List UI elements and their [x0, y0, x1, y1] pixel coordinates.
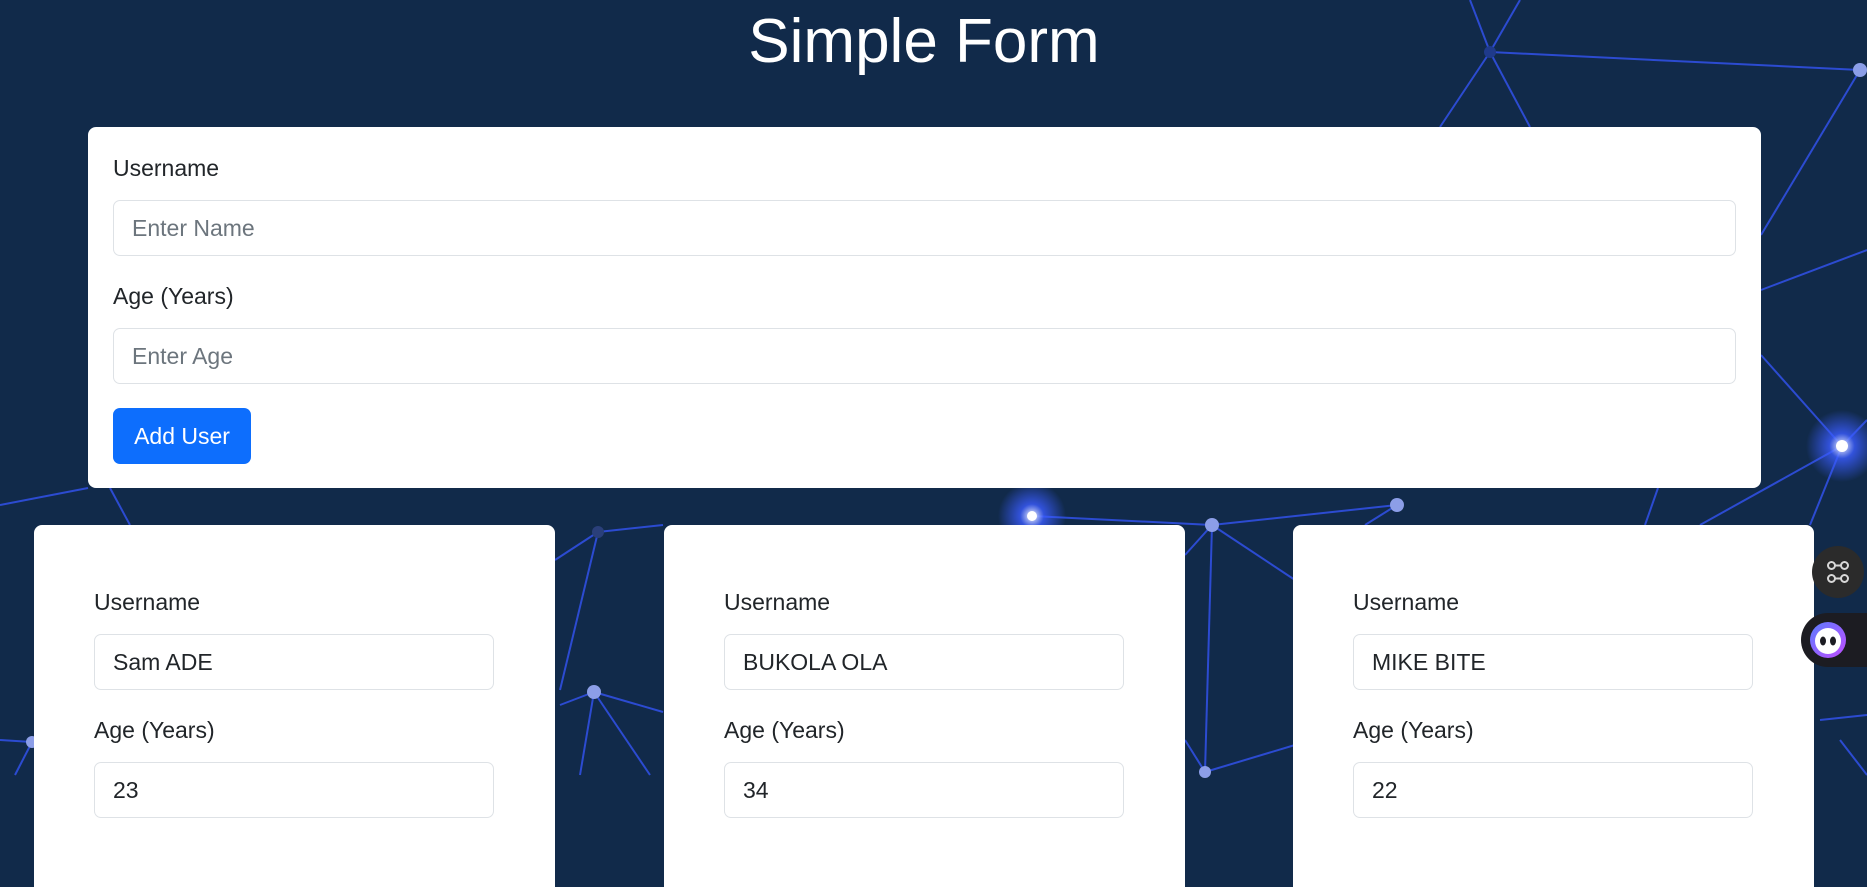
assistant-widget-button[interactable]: [1801, 613, 1867, 667]
username-label: Username: [113, 155, 220, 181]
username-field[interactable]: [94, 634, 494, 690]
age-field[interactable]: [724, 762, 1124, 818]
user-card: Username Age (Years): [34, 525, 555, 887]
age-input[interactable]: [113, 328, 1736, 384]
age-label: Age (Years): [724, 717, 845, 743]
username-label: Username: [1353, 589, 1460, 615]
age-field[interactable]: [1353, 762, 1753, 818]
command-widget-button[interactable]: [1812, 546, 1864, 598]
add-user-form: Username Age (Years) Add User: [88, 127, 1761, 488]
page-title: Simple Form: [748, 7, 1100, 76]
username-field[interactable]: [724, 634, 1124, 690]
username-label: Username: [724, 589, 831, 615]
user-card: Username Age (Years): [664, 525, 1185, 887]
age-label: Age (Years): [94, 717, 215, 743]
age-field[interactable]: [94, 762, 494, 818]
username-input[interactable]: [113, 200, 1736, 256]
user-card: Username Age (Years): [1293, 525, 1814, 887]
age-label: Age (Years): [113, 283, 234, 309]
add-user-button[interactable]: Add User: [113, 408, 251, 464]
age-label: Age (Years): [1353, 717, 1474, 743]
username-field[interactable]: [1353, 634, 1753, 690]
username-label: Username: [94, 589, 201, 615]
command-icon: [1827, 561, 1849, 583]
assistant-bot-icon: [1810, 622, 1846, 658]
